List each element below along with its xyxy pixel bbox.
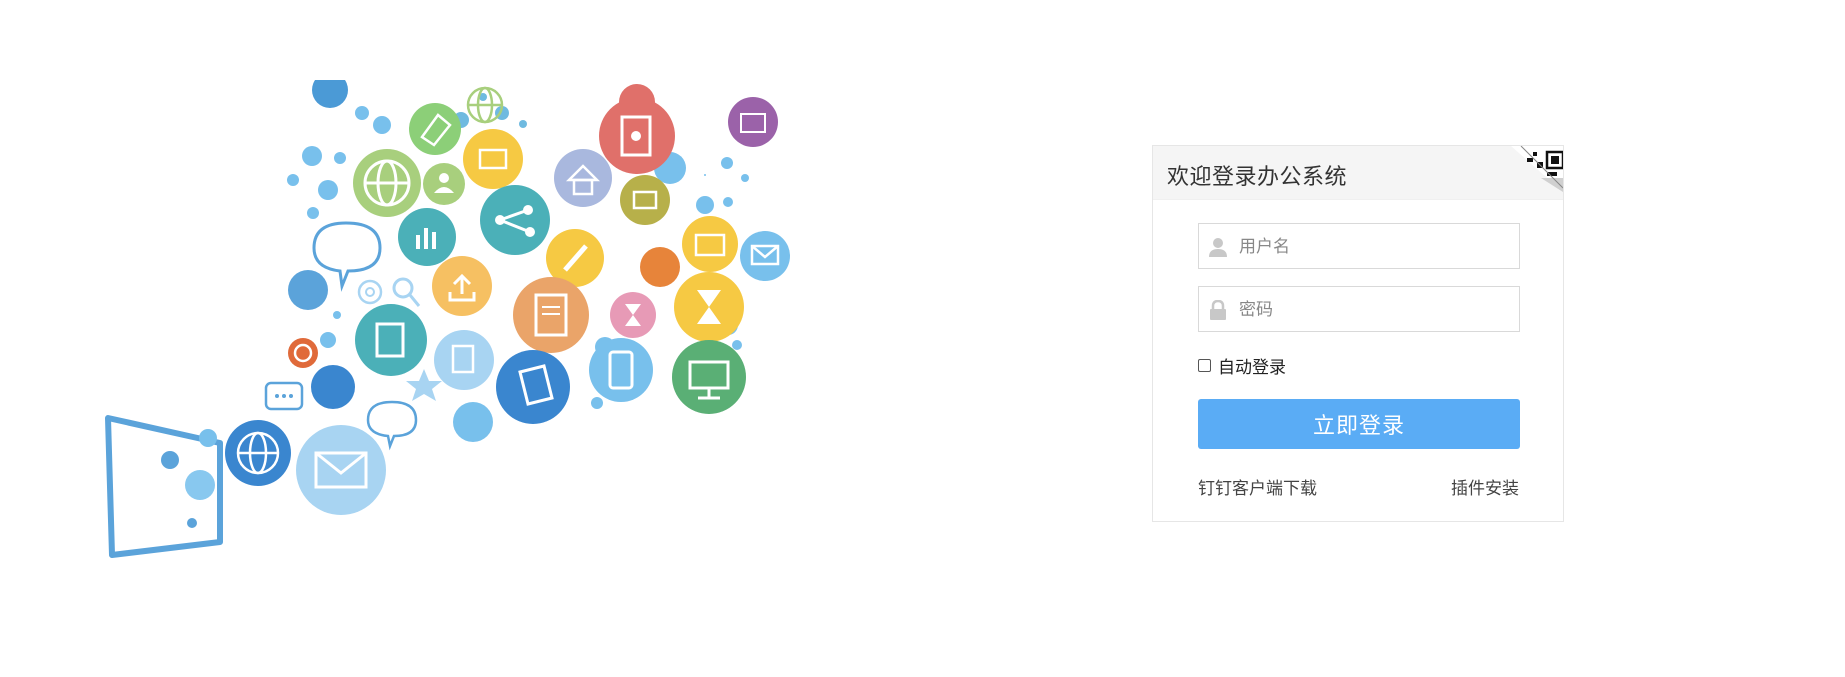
gear-icon [288,338,318,368]
search-icon [392,277,421,307]
chat-bubble-icon [366,400,418,451]
at-sign-icon [357,279,383,305]
auto-login-label: 自动登录 [1218,357,1286,378]
orange-dot [640,247,680,287]
login-panel: 欢迎登录办公系统 自动登录 立即登录 钉钉客户端下载 插 [1152,145,1564,522]
folder-open-icon [682,216,738,272]
globe-outline-icon [466,86,504,124]
upload-icon [432,256,492,316]
hourglass-icon [610,292,656,338]
folder-icon [463,129,523,189]
edit-document-icon [355,304,427,376]
mail-icon [296,425,386,515]
folder-icon [620,175,670,225]
login-button[interactable]: 立即登录 [1198,399,1520,449]
password-field[interactable] [1198,286,1520,333]
qr-code-icon[interactable] [1511,146,1563,192]
contact-book-icon [599,98,675,174]
password-input[interactable] [1237,287,1511,333]
calendar-icon [728,97,778,147]
auto-login-checkbox[interactable] [1198,358,1211,372]
hourglass-icon [674,272,744,342]
username-input[interactable] [1237,224,1511,270]
office-apps-illustration [105,80,790,558]
username-field[interactable] [1198,223,1520,270]
document-blue-icon [496,350,570,424]
home-icon [554,149,612,207]
monitor-wifi-icon [672,340,746,414]
bar-chart-icon [398,208,456,266]
network-icon [480,185,550,255]
login-header: 欢迎登录办公系统 [1153,146,1563,200]
document-icon [513,277,589,353]
leaf-icon [409,103,461,155]
user-circle-icon [423,163,465,205]
page-title: 欢迎登录办公系统 [1167,165,1348,190]
plugin-install-link[interactable]: 插件安装 [1451,474,1519,499]
mail-icon [740,231,790,281]
globe-icon [225,420,291,486]
user-icon [1209,238,1227,257]
dingtalk-download-link[interactable]: 钉钉客户端下载 [1198,474,1317,499]
globe-icon [353,149,421,217]
chat-bubble-icon [312,221,382,292]
files-icon [434,330,494,390]
message-bubble-icon [264,381,304,411]
auto-login-toggle[interactable]: 自动登录 [1198,353,1286,378]
star-icon [406,369,442,401]
mobile-wifi-icon [589,338,653,402]
lock-icon [1210,300,1226,320]
